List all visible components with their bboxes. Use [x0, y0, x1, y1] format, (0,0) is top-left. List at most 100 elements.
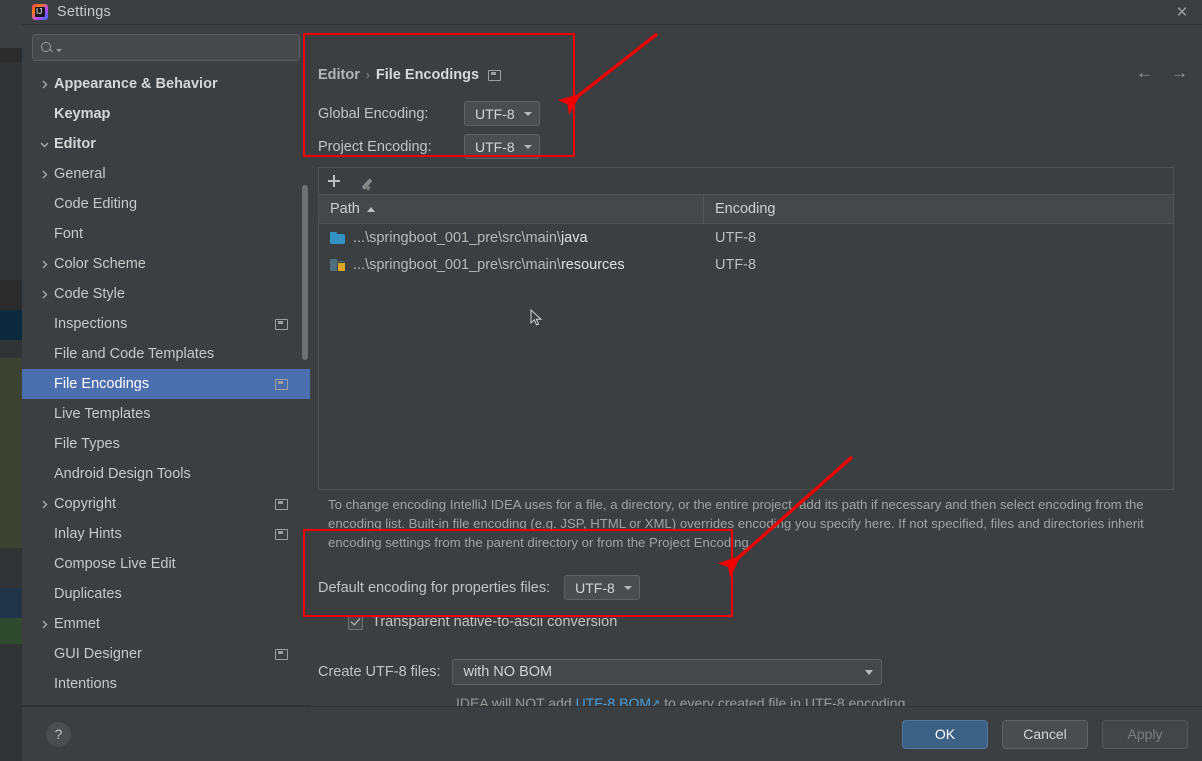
project-encoding-dropdown[interactable]: UTF-8	[464, 134, 540, 159]
dialog-titlebar: IJ Settings ✕	[22, 0, 1202, 25]
breadcrumb-current: File Encodings	[375, 67, 480, 83]
mouse-cursor	[530, 309, 543, 326]
sidebar-item-label: Font	[54, 226, 84, 242]
sidebar-item-label: Keymap	[54, 106, 111, 122]
create-utf8-value: with NO BOM	[463, 664, 553, 680]
sidebar-item-label: Emmet	[54, 616, 100, 632]
global-encoding-row: Global Encoding: UTF-8	[318, 101, 540, 126]
settings-sync-icon[interactable]	[275, 648, 288, 660]
sidebar-item-editor[interactable]: Editor	[22, 129, 310, 159]
table-cell-encoding[interactable]: UTF-8	[704, 230, 1173, 246]
sidebar-item-gui-designer[interactable]: GUI Designer	[22, 639, 310, 669]
create-utf8-dropdown[interactable]: with NO BOM	[452, 659, 883, 685]
screenshot-root: IJ Settings ✕ Appearance & Behavior Keyma…	[0, 0, 1202, 761]
sidebar-item-label: Inspections	[54, 316, 128, 332]
settings-sync-icon[interactable]	[275, 528, 288, 540]
table-body: ...\springboot_001_pre\src\main\java UTF-…	[319, 224, 1173, 278]
sidebar-item-label: Inlay Hints	[54, 526, 122, 542]
sidebar-item-emmet[interactable]: Emmet	[22, 609, 310, 639]
settings-dialog: IJ Settings ✕ Appearance & Behavior Keyma…	[22, 0, 1202, 761]
search-wrapper	[22, 25, 310, 67]
sidebar-item-label: File and Code Templates	[54, 346, 215, 362]
settings-main-panel: Editor › File Encodings ← → Global Encod…	[310, 25, 1202, 711]
project-encoding-row: Project Encoding: UTF-8	[318, 134, 540, 159]
sidebar-item-general[interactable]: General	[22, 159, 310, 189]
sidebar-scrollbar[interactable]	[302, 185, 308, 360]
properties-encoding-row: Default encoding for properties files: U…	[318, 575, 640, 600]
create-utf8-label: Create UTF-8 files:	[318, 664, 441, 680]
sidebar-item-label: Intentions	[54, 676, 117, 692]
settings-sync-icon[interactable]	[275, 498, 288, 510]
column-header-path[interactable]: Path	[319, 195, 704, 223]
chevron-down-icon	[623, 585, 632, 590]
sidebar-item-code-style[interactable]: Code Style	[22, 279, 310, 309]
path-prefix: ...\springboot_001_pre\src\main\	[353, 256, 561, 273]
breadcrumb-separator: ›	[365, 68, 370, 82]
breadcrumb-parent[interactable]: Editor	[318, 67, 360, 83]
chevron-right-icon	[36, 499, 52, 510]
sidebar-item-label: Compose Live Edit	[54, 556, 176, 572]
search-input[interactable]	[32, 34, 300, 61]
project-encoding-value: UTF-8	[475, 138, 515, 155]
column-header-encoding-label: Encoding	[715, 201, 776, 217]
sort-ascending-icon	[366, 206, 375, 212]
table-cell-encoding[interactable]: UTF-8	[704, 257, 1173, 273]
help-button[interactable]: ?	[46, 721, 71, 747]
sidebar-item-file-types[interactable]: File Types	[22, 429, 310, 459]
plus-icon[interactable]	[327, 174, 341, 188]
properties-encoding-dropdown[interactable]: UTF-8	[564, 575, 640, 600]
folder-icon	[330, 231, 345, 244]
table-header: Path Encoding	[319, 195, 1173, 224]
sidebar-item-color-scheme[interactable]: Color Scheme	[22, 249, 310, 279]
sidebar-item-intentions[interactable]: Intentions	[22, 669, 310, 699]
column-header-path-label: Path	[330, 201, 360, 217]
chevron-down-icon	[865, 669, 874, 675]
project-encoding-label: Project Encoding:	[318, 138, 432, 155]
nav-arrows: ← →	[1136, 63, 1188, 83]
settings-sync-icon[interactable]	[275, 378, 288, 390]
chevron-down-icon	[36, 139, 52, 150]
settings-sync-icon[interactable]	[275, 318, 288, 330]
settings-sync-icon[interactable]	[488, 69, 502, 81]
chevron-down-icon	[523, 111, 532, 116]
sidebar-item-compose-live-edit[interactable]: Compose Live Edit	[22, 549, 310, 579]
sidebar-item-label: Code Style	[54, 286, 125, 302]
path-prefix: ...\springboot_001_pre\src\main\	[353, 229, 561, 246]
sidebar-item-appearance-behavior[interactable]: Appearance & Behavior	[22, 69, 310, 99]
help-text: To change encoding IntelliJ IDEA uses fo…	[328, 497, 1144, 550]
global-encoding-label: Global Encoding:	[318, 105, 429, 122]
cancel-button[interactable]: Cancel	[1002, 719, 1088, 749]
sidebar-item-file-and-code-templates[interactable]: File and Code Templates	[22, 339, 310, 369]
dialog-body: Appearance & Behavior Keymap Editor General…	[22, 25, 1202, 711]
ide-background-strip	[0, 0, 22, 761]
forward-arrow-icon[interactable]: →	[1171, 63, 1188, 83]
sidebar-item-duplicates[interactable]: Duplicates	[22, 579, 310, 609]
global-encoding-dropdown[interactable]: UTF-8	[464, 101, 540, 126]
settings-tree: Appearance & Behavior Keymap Editor General…	[22, 67, 310, 706]
close-icon[interactable]: ✕	[1168, 1, 1196, 23]
sidebar-item-label: File Encodings	[54, 376, 150, 392]
chevron-right-icon	[36, 259, 52, 270]
path-tail: java	[560, 229, 588, 246]
column-header-encoding[interactable]: Encoding	[704, 195, 1173, 223]
pencil-icon[interactable]	[363, 174, 378, 189]
sidebar-item-font[interactable]: Font	[22, 219, 310, 249]
sidebar-item-android-design-tools[interactable]: Android Design Tools	[22, 459, 310, 489]
sidebar-item-label: Copyright	[54, 496, 117, 512]
back-arrow-icon[interactable]: ←	[1136, 63, 1153, 83]
table-row[interactable]: ...\springboot_001_pre\src\main\resource…	[319, 251, 1173, 278]
sidebar-item-keymap[interactable]: Keymap	[22, 99, 310, 129]
ok-button[interactable]: OK	[902, 719, 988, 749]
settings-sidebar: Appearance & Behavior Keymap Editor General…	[22, 25, 310, 706]
transparent-conversion-checkbox[interactable]: Transparent native-to-ascii conversion	[348, 614, 617, 630]
sidebar-item-code-editing[interactable]: Code Editing	[22, 189, 310, 219]
table-row[interactable]: ...\springboot_001_pre\src\main\java UTF-…	[319, 224, 1173, 251]
sidebar-item-file-encodings[interactable]: File Encodings	[22, 369, 310, 399]
sidebar-item-label: GUI Designer	[54, 646, 142, 662]
sidebar-item-inlay-hints[interactable]: Inlay Hints	[22, 519, 310, 549]
sidebar-item-live-templates[interactable]: Live Templates	[22, 399, 310, 429]
intellij-idea-icon: IJ	[32, 4, 48, 20]
sidebar-item-label: Android Design Tools	[54, 466, 191, 482]
sidebar-item-inspections[interactable]: Inspections	[22, 309, 310, 339]
sidebar-item-copyright[interactable]: Copyright	[22, 489, 310, 519]
